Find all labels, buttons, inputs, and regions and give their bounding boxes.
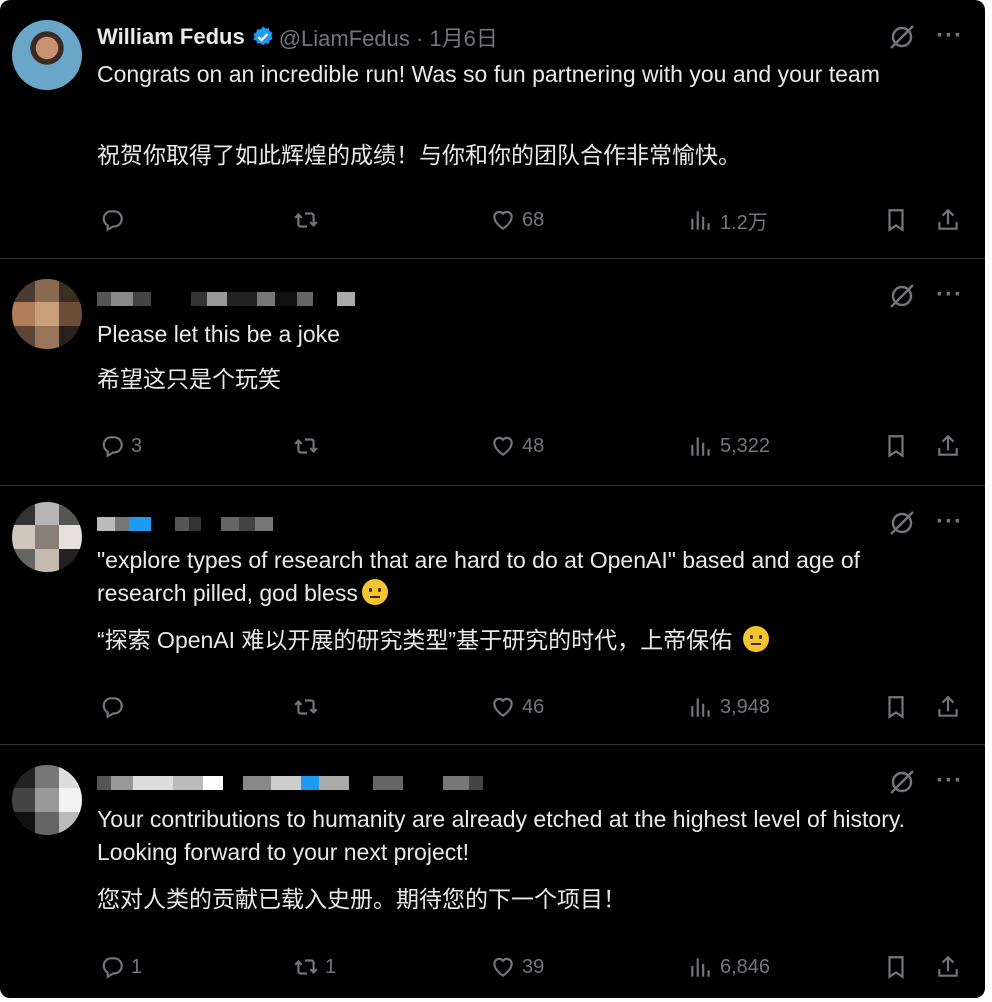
grok-icon[interactable] [887,767,917,797]
views-icon [691,211,710,230]
retweet-button[interactable] [293,692,325,722]
more-icon[interactable]: ··· [936,767,963,795]
reply-count: 3 [131,434,143,457]
tweet-reply-3[interactable]: ··· Your contributions to humanity are a… [0,745,985,998]
grok-icon[interactable] [887,281,917,311]
tweet-translation: 祝贺你取得了如此辉煌的成绩！与你和你的团队合作非常愉快。 [97,142,741,168]
tweet-actions: 3 48 5,322 [97,431,967,461]
retweet-button[interactable] [293,205,325,235]
view-count: 5,322 [720,434,771,457]
heart-icon [493,697,513,717]
like-count: 68 [522,208,545,231]
tweet-translation: 希望这只是个玩笑 [97,366,281,392]
views-button[interactable]: 3,948 [688,692,770,722]
views-icon [691,698,710,717]
avatar[interactable] [12,279,82,349]
bookmark-icon [888,696,904,719]
tweet-reply-2[interactable]: ··· "explore types of research that are … [0,486,985,744]
views-button[interactable]: 1.2万 [688,205,768,235]
reply-icon [102,436,123,458]
tweet-translation: “探索 OpenAI 难以开展的研究类型”基于研究的时代，上帝保佑 [97,624,945,657]
reply-button[interactable] [99,692,131,722]
verified-badge-icon [251,25,275,49]
share-button[interactable] [935,692,961,722]
like-button[interactable]: 39 [490,952,544,982]
tweet-translation: 您对人类的贡献已载入史册。期待您的下一个项目！ [97,886,626,912]
tweet-william-fedus[interactable]: William Fedus @LiamFedus · 1月6日 ··· Cong… [0,0,985,258]
tweet-text: "explore types of research that are hard… [97,544,945,610]
retweet-count: 1 [325,955,337,978]
blurred-author [97,773,483,793]
bookmark-button[interactable] [883,692,909,722]
views-icon [691,437,710,456]
like-count: 46 [522,695,545,718]
reply-count: 1 [131,955,143,978]
salute-emoji-icon [742,626,769,652]
reply-button[interactable] [99,205,131,235]
like-count: 48 [522,434,545,457]
heart-icon [493,957,513,977]
tweet-text: Your contributions to humanity are alrea… [97,806,906,865]
blurred-author [97,289,355,309]
share-icon [938,955,958,977]
like-button[interactable]: 48 [490,431,544,461]
share-icon [938,208,958,230]
share-button[interactable] [935,431,961,461]
reply-icon [102,210,123,232]
bookmark-icon [888,956,904,979]
views-button[interactable]: 6,846 [688,952,770,982]
bookmark-icon [888,209,904,232]
share-icon [938,434,958,456]
reply-thread: William Fedus @LiamFedus · 1月6日 ··· Cong… [0,0,985,998]
view-count: 1.2万 [720,211,768,234]
tweet-actions: 46 3,948 [97,692,967,722]
reply-icon [102,957,123,979]
more-icon[interactable]: ··· [936,22,963,50]
share-button[interactable] [935,952,961,982]
retweet-button[interactable] [293,431,325,461]
retweet-icon [294,438,318,454]
tweet-translation-body: “探索 OpenAI 难以开展的研究类型”基于研究的时代，上帝保佑 [97,627,733,653]
salute-emoji-icon [361,579,388,605]
retweet-icon [294,699,318,715]
author-name[interactable]: William Fedus [97,24,245,50]
reply-icon [102,697,123,719]
more-icon[interactable]: ··· [936,508,963,536]
reply-button[interactable]: 1 [99,952,142,982]
heart-icon [493,436,513,456]
retweet-icon [294,959,318,975]
views-icon [691,958,710,977]
like-button[interactable]: 46 [490,692,544,722]
more-icon[interactable]: ··· [936,281,963,309]
bookmark-icon [888,435,904,458]
tweet-text: Please let this be a joke [97,321,340,347]
bookmark-button[interactable] [883,431,909,461]
tweet-header: William Fedus @LiamFedus · 1月6日 [97,22,498,52]
bookmark-button[interactable] [883,952,909,982]
share-icon [938,695,958,717]
retweet-button[interactable]: 1 [293,952,336,982]
avatar[interactable] [12,765,82,835]
avatar[interactable] [12,502,82,572]
tweet-actions: 68 1.2万 [97,205,967,235]
share-button[interactable] [935,205,961,235]
author-handle-date[interactable]: @LiamFedus · 1月6日 [279,21,498,53]
tweet-text: Congrats on an incredible run! Was so fu… [97,61,880,87]
like-button[interactable]: 68 [490,205,544,235]
like-count: 39 [522,955,545,978]
view-count: 3,948 [720,695,771,718]
bookmark-button[interactable] [883,205,909,235]
retweet-icon [294,212,318,228]
grok-icon[interactable] [887,508,917,538]
tweet-actions: 1 1 39 6,846 [97,952,967,982]
blurred-author [97,514,273,534]
reply-button[interactable]: 3 [99,431,142,461]
view-count: 6,846 [720,955,771,978]
heart-icon [493,210,513,230]
tweet-text-body: "explore types of research that are hard… [97,547,861,606]
grok-icon[interactable] [887,22,917,52]
views-button[interactable]: 5,322 [688,431,770,461]
avatar[interactable] [12,20,82,90]
tweet-reply-1[interactable]: ··· Please let this be a joke 希望这只是个玩笑 3… [0,259,985,485]
